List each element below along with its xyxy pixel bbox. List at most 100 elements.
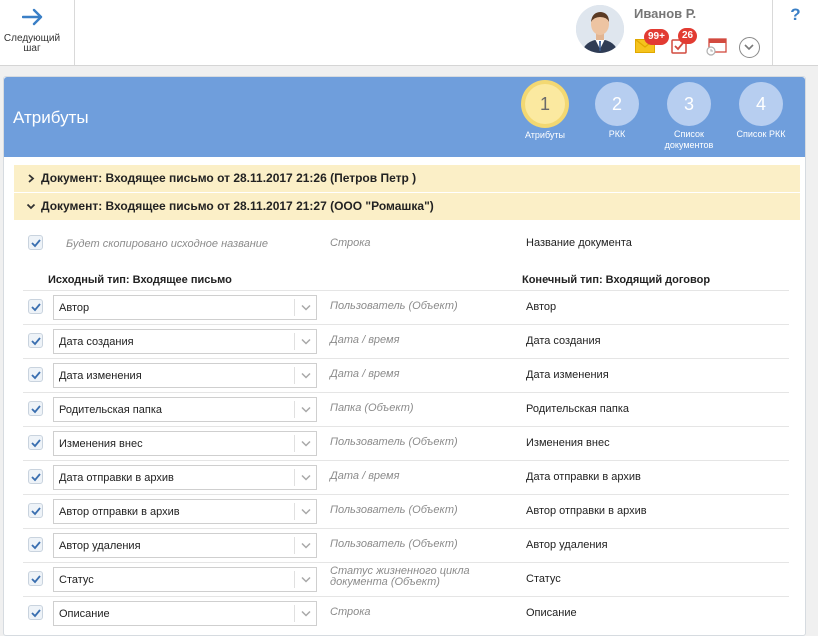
- table-row: Описание Строка Описание: [23, 596, 789, 630]
- chevron-down-icon: [301, 610, 311, 617]
- chevron-down-icon: [744, 44, 754, 51]
- step-1[interactable]: 1 Атрибуты: [510, 82, 580, 141]
- chevron-down-icon: [301, 338, 311, 345]
- divider: [294, 537, 295, 554]
- table-row: Родительская папка Папка (Объект) Родите…: [23, 392, 789, 426]
- target-type-header: Конечный тип: Входящий договор: [522, 274, 711, 286]
- target-attribute: Дата изменения: [526, 369, 609, 381]
- row-checkbox[interactable]: [28, 571, 43, 586]
- table-row: Автор отправки в архив Пользователь (Объ…: [23, 494, 789, 528]
- attribute-type: Папка (Объект): [330, 402, 414, 414]
- next-step-button[interactable]: Следующий шаг: [0, 0, 75, 65]
- row-checkbox[interactable]: [28, 367, 43, 382]
- divider: [294, 469, 295, 486]
- target-attribute: Автор удаления: [526, 539, 608, 551]
- select-value: Статус: [59, 574, 94, 586]
- target-attribute: Дата создания: [526, 335, 601, 347]
- step-label: Атрибуты: [524, 130, 565, 140]
- attribute-type: Пользователь (Объект): [330, 504, 458, 516]
- step-label: Список документов: [664, 129, 714, 150]
- checkmark-icon: [31, 405, 41, 414]
- target-attribute: Дата отправки в архив: [526, 471, 641, 483]
- step-number: 3: [667, 82, 711, 126]
- attribute-type: Дата / время: [330, 470, 400, 482]
- source-attribute-select[interactable]: Автор отправки в архив: [53, 499, 317, 524]
- target-attribute: Описание: [526, 607, 577, 619]
- select-value: Дата создания: [59, 336, 134, 348]
- chevron-down-icon: [301, 304, 311, 311]
- divider: [294, 401, 295, 418]
- row-checkbox[interactable]: [28, 435, 43, 450]
- row-checkbox[interactable]: [28, 537, 43, 552]
- divider: [294, 367, 295, 384]
- copy-name-checkbox[interactable]: [28, 235, 43, 250]
- calendar-icon[interactable]: [705, 38, 727, 56]
- step-label: Список РКК: [736, 129, 786, 139]
- page-title: Атрибуты: [13, 108, 89, 127]
- row-checkbox[interactable]: [28, 401, 43, 416]
- select-value: Автор отправки в архив: [59, 506, 180, 518]
- step-4[interactable]: 4 Список РКК: [726, 82, 796, 140]
- target-attribute: Статус: [526, 573, 561, 585]
- table-row: Изменения внес Пользователь (Объект) Изм…: [23, 426, 789, 460]
- row-checkbox[interactable]: [28, 605, 43, 620]
- checkmark-icon: [31, 609, 41, 618]
- attribute-type: Дата / время: [330, 334, 400, 346]
- row-checkbox[interactable]: [28, 469, 43, 484]
- chevron-right-icon: [28, 174, 35, 183]
- attribute-type: Дата / время: [330, 368, 400, 380]
- table-row: Автор удаления Пользователь (Объект) Авт…: [23, 528, 789, 562]
- attribute-type: Пользователь (Объект): [330, 436, 458, 448]
- row-checkbox[interactable]: [28, 503, 43, 518]
- user-name[interactable]: Иванов Р.: [634, 6, 696, 21]
- step-label: РКК: [608, 129, 626, 139]
- source-attribute-select[interactable]: Дата создания: [53, 329, 317, 354]
- table-row: Дата изменения Дата / время Дата изменен…: [23, 358, 789, 392]
- row-checkbox[interactable]: [28, 299, 43, 314]
- table-row: Автор Пользователь (Объект) Автор: [23, 290, 789, 324]
- checkmark-icon: [31, 541, 41, 550]
- document-title: Документ: Входящее письмо от 28.11.2017 …: [41, 199, 434, 213]
- user-menu-button[interactable]: [739, 37, 760, 58]
- step-2[interactable]: 2 РКК: [582, 82, 652, 140]
- target-attribute: Автор отправки в архив: [526, 505, 647, 517]
- source-attribute-select[interactable]: Дата отправки в архив: [53, 465, 317, 490]
- mail-count-badge: 99+: [644, 29, 669, 45]
- source-attribute-select[interactable]: Описание: [53, 601, 317, 626]
- divider: [294, 605, 295, 622]
- help-button[interactable]: ?: [772, 0, 818, 65]
- copy-name-text: Будет скопировано исходное название: [66, 238, 269, 250]
- chevron-down-icon: [301, 542, 311, 549]
- row-checkbox[interactable]: [28, 333, 43, 348]
- source-attribute-select[interactable]: Изменения внес: [53, 431, 317, 456]
- top-toolbar: Следующий шаг Иванов Р. 99+ 26 ?: [0, 0, 818, 66]
- avatar[interactable]: [576, 5, 624, 53]
- document-bar-expanded[interactable]: Документ: Входящее письмо от 28.11.2017 …: [14, 193, 800, 220]
- panel-header: Атрибуты 1 Атрибуты 2 РКК 3 Список докум…: [4, 77, 805, 157]
- source-attribute-select[interactable]: Родительская папка: [53, 397, 317, 422]
- source-attribute-select[interactable]: Автор: [53, 295, 317, 320]
- step-3[interactable]: 3 Список документов: [654, 82, 724, 151]
- chevron-down-icon: [301, 406, 311, 413]
- chevron-down-icon: [26, 203, 36, 210]
- help-icon: ?: [790, 5, 801, 24]
- chevron-down-icon: [301, 576, 311, 583]
- checkmark-icon: [31, 575, 41, 584]
- task-count-badge: 26: [678, 28, 698, 44]
- source-attribute-select[interactable]: Статус: [53, 567, 317, 592]
- attribute-type: Статус жизненного цикла документа (Объек…: [330, 565, 470, 588]
- divider: [294, 333, 295, 350]
- document-bar-collapsed[interactable]: Документ: Входящее письмо от 28.11.2017 …: [14, 165, 800, 192]
- arrow-right-icon: [22, 8, 43, 26]
- chevron-down-icon: [301, 508, 311, 515]
- checkmark-icon: [31, 303, 41, 312]
- checkmark-icon: [31, 473, 41, 482]
- user-area: Иванов Р. 99+ 26: [573, 0, 771, 65]
- next-step-label: Следующий шаг: [3, 33, 61, 54]
- checkmark-icon: [31, 371, 41, 380]
- source-attribute-select[interactable]: Автор удаления: [53, 533, 317, 558]
- divider: [294, 435, 295, 452]
- source-attribute-select[interactable]: Дата изменения: [53, 363, 317, 388]
- select-value: Родительская папка: [59, 404, 162, 416]
- divider: [294, 299, 295, 316]
